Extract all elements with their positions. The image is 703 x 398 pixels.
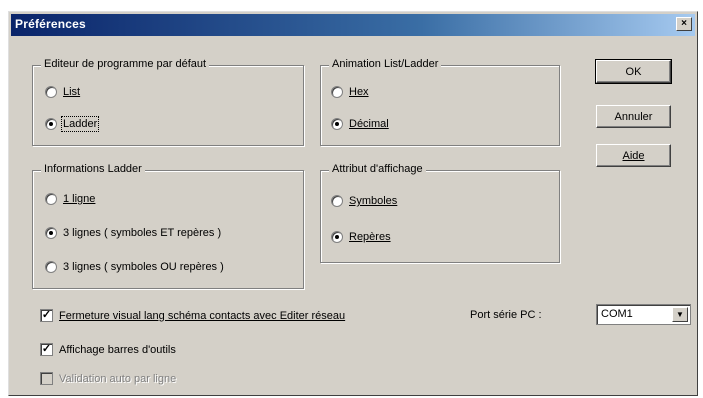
radio-hex[interactable]: Hex [331, 86, 369, 98]
radio-symboles-label: Symboles [349, 195, 398, 207]
auto-validation-checkbox: Validation auto par ligne [40, 372, 176, 385]
radio-reperes[interactable]: Repères [331, 231, 391, 243]
checkbox-box-checked: ✓ [40, 309, 53, 322]
serial-port-value: COM1 [601, 308, 633, 320]
toolbars-checkbox[interactable]: ✓ Affichage barres d'outils [40, 343, 176, 356]
cancel-button[interactable]: Annuler [596, 105, 671, 128]
title-bar[interactable]: Préférences × [11, 14, 695, 36]
animation-group-title: Animation List/Ladder [329, 58, 442, 70]
radio-circle [45, 86, 57, 98]
radio-1-ligne[interactable]: 1 ligne [45, 193, 95, 205]
display-attr-group: Attribut d'affichage Symboles Repères [320, 163, 560, 263]
radio-ladder[interactable]: Ladder [45, 116, 100, 132]
radio-circle-selected [331, 118, 343, 130]
serial-port-select[interactable]: COM1 ▼ [596, 304, 691, 325]
radio-reperes-label: Repères [349, 231, 391, 243]
radio-hex-label: Hex [349, 86, 369, 98]
radio-circle [45, 261, 57, 273]
close-icon[interactable]: × [676, 17, 692, 31]
radio-circle [331, 86, 343, 98]
editor-group: Editeur de programme par défaut List Lad… [32, 58, 304, 146]
radio-circle [331, 195, 343, 207]
radio-3-lignes-et[interactable]: 3 lignes ( symboles ET repères ) [45, 227, 221, 239]
radio-list-label: List [63, 86, 81, 98]
serial-port-label: Port série PC : [470, 309, 542, 321]
checkbox-box-checked: ✓ [40, 343, 53, 356]
animation-group: Animation List/Ladder Hex Décimal [320, 58, 560, 146]
window-title: Préférences [15, 17, 86, 31]
ladder-info-group: Informations Ladder 1 ligne 3 lignes ( s… [32, 163, 304, 289]
chevron-down-icon[interactable]: ▼ [672, 307, 688, 322]
radio-circle-selected [331, 231, 343, 243]
auto-validation-label: Validation auto par ligne [59, 372, 177, 385]
radio-3-lignes-et-label: 3 lignes ( symboles ET repères ) [63, 227, 222, 239]
radio-circle-selected [45, 118, 57, 130]
editor-group-title: Editeur de programme par défaut [41, 58, 210, 70]
close-visual-checkbox[interactable]: ✓ Fermeture visual lang schéma contacts … [40, 309, 345, 322]
preferences-dialog: Préférences × Editeur de programme par d… [8, 11, 698, 396]
display-attr-group-title: Attribut d'affichage [329, 163, 426, 175]
radio-list[interactable]: List [45, 86, 80, 98]
ladder-info-group-title: Informations Ladder [41, 163, 145, 175]
toolbars-label: Affichage barres d'outils [59, 343, 176, 356]
radio-3-lignes-ou[interactable]: 3 lignes ( symboles OU repères ) [45, 261, 224, 273]
ok-button[interactable]: OK [595, 59, 672, 84]
radio-decimal-label: Décimal [349, 118, 389, 130]
radio-circle [45, 193, 57, 205]
radio-decimal[interactable]: Décimal [331, 118, 389, 130]
checkbox-box-disabled [40, 372, 53, 385]
radio-3-lignes-ou-label: 3 lignes ( symboles OU repères ) [63, 261, 224, 273]
help-button[interactable]: Aide [596, 144, 671, 167]
radio-symboles[interactable]: Symboles [331, 195, 397, 207]
close-visual-label: Fermeture visual lang schéma contacts av… [59, 309, 346, 322]
radio-ladder-label: Ladder [60, 116, 100, 132]
radio-circle-selected [45, 227, 57, 239]
radio-1-ligne-label: 1 ligne [63, 193, 96, 205]
